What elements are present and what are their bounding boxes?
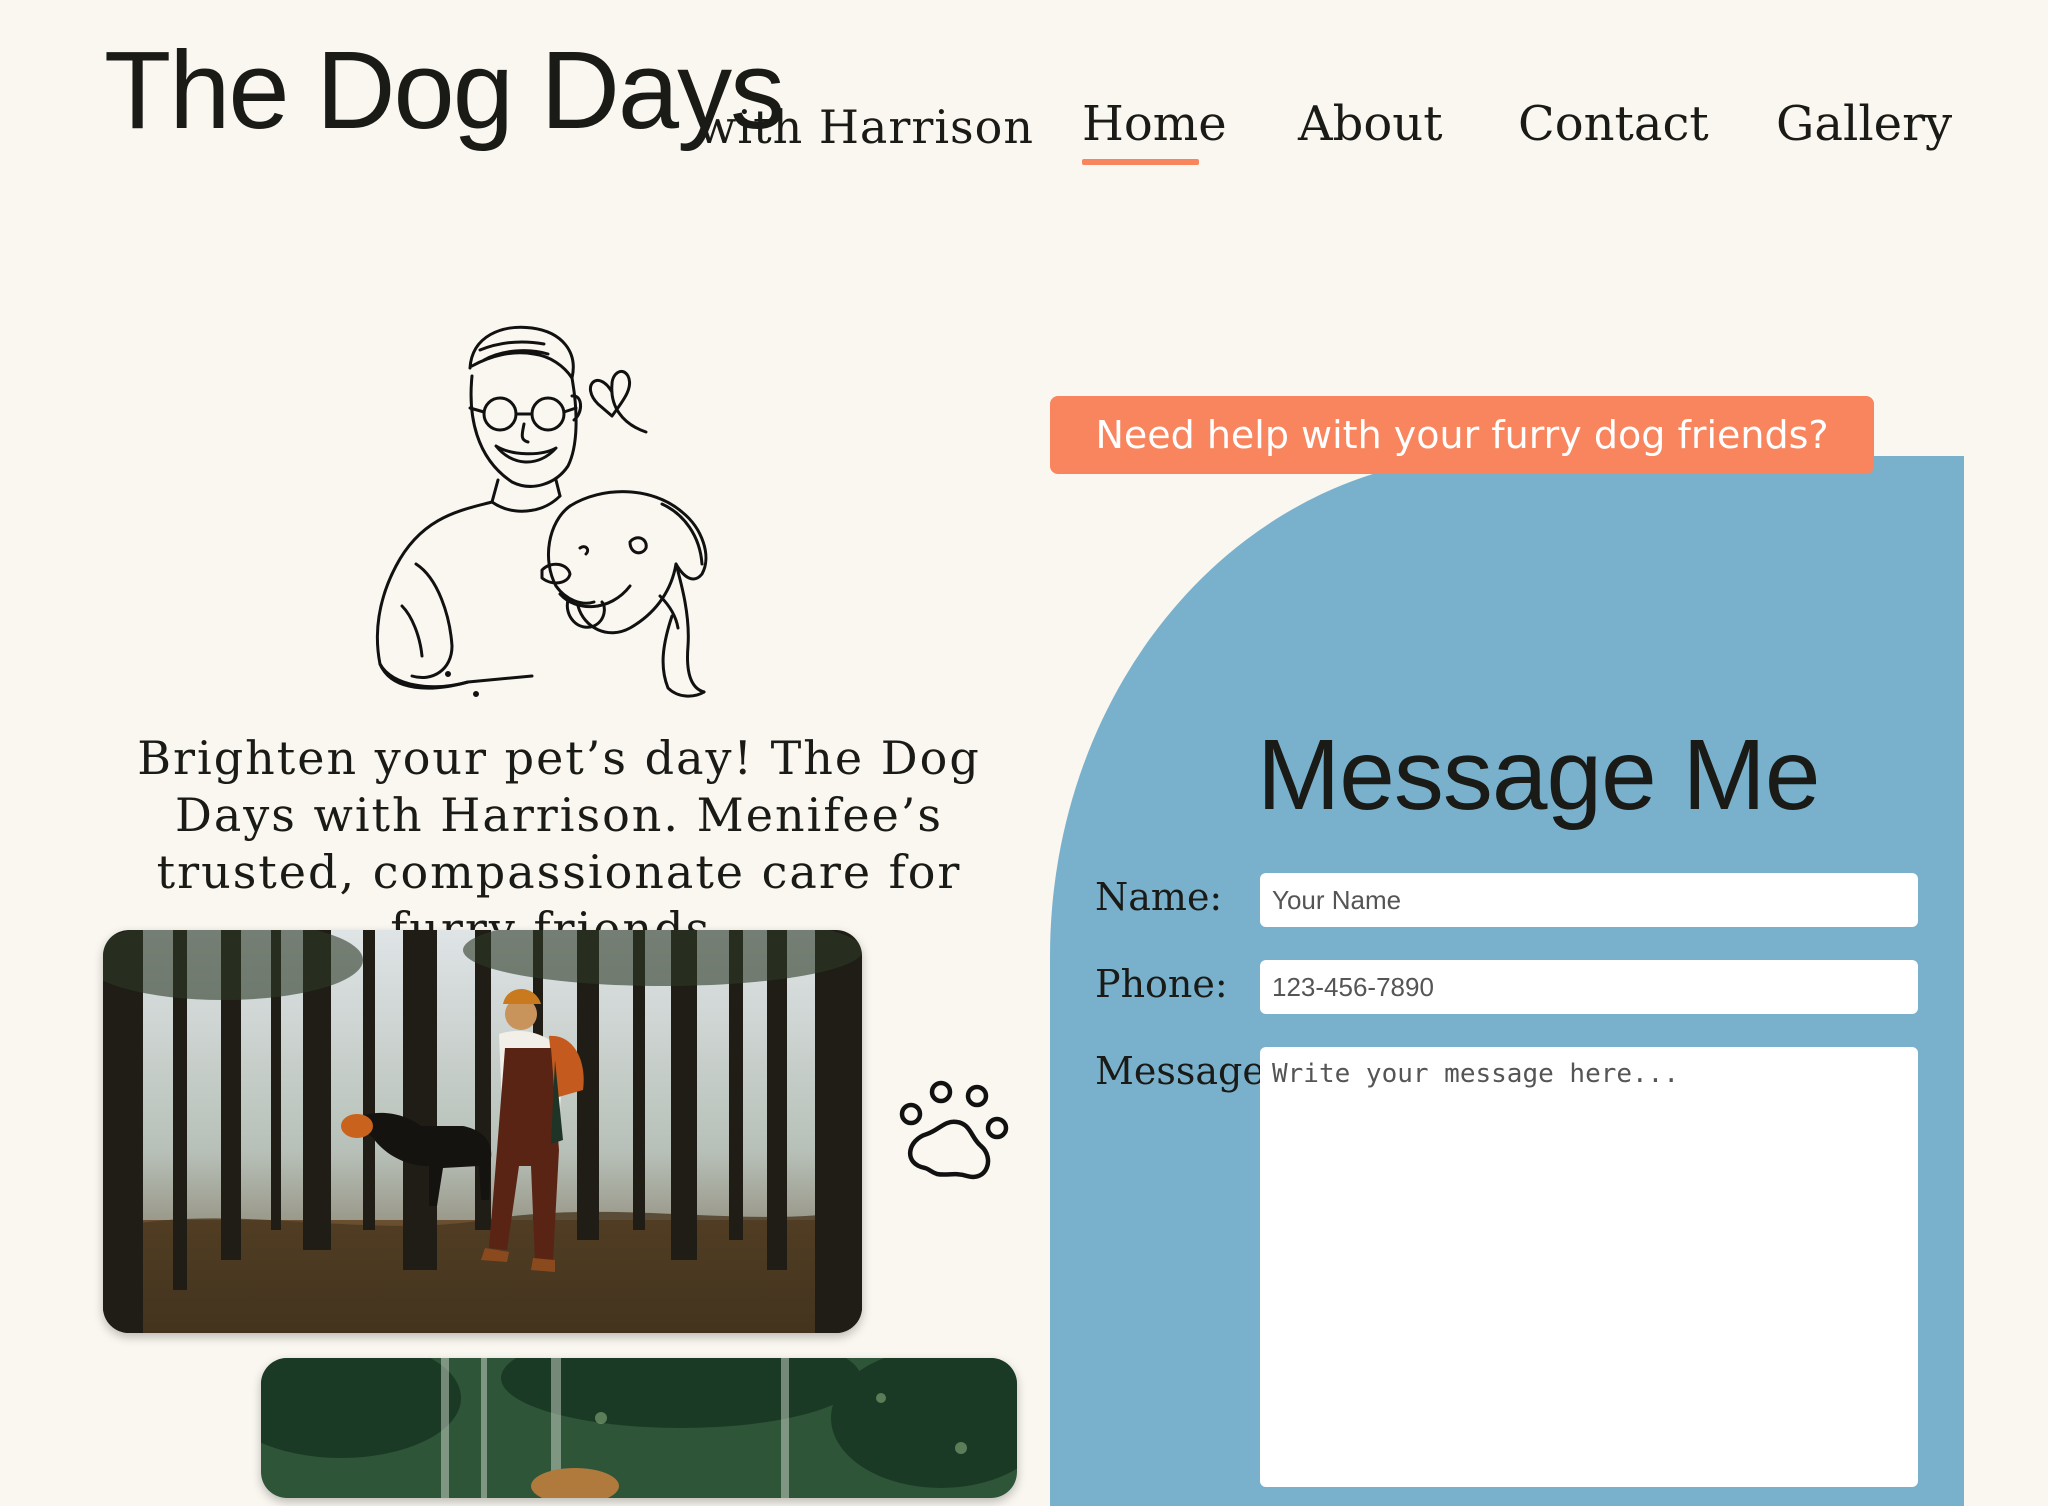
- forest-dog-photo: [261, 1358, 1017, 1498]
- phone-input[interactable]: [1260, 960, 1918, 1014]
- nav-active-underline: [1082, 159, 1199, 165]
- site-subtitle: with Harrison: [697, 100, 1034, 154]
- nav-gallery[interactable]: Gallery: [1776, 100, 1952, 148]
- nav-home[interactable]: Home: [1082, 100, 1227, 148]
- nav-about[interactable]: About: [1298, 100, 1443, 148]
- nav-contact[interactable]: Contact: [1518, 100, 1709, 148]
- contact-form-title: Message Me: [1257, 719, 1820, 831]
- phone-label: Phone:: [1095, 962, 1228, 1006]
- man-with-dog-illustration: [372, 316, 718, 700]
- message-input[interactable]: [1260, 1047, 1918, 1487]
- help-banner: Need help with your furry dog friends?: [1050, 396, 1874, 474]
- name-label: Name:: [1095, 875, 1223, 919]
- name-input[interactable]: [1260, 873, 1918, 927]
- hero-tagline: Brighten your pet’s day! The Dog Days wi…: [137, 731, 981, 956]
- site-title[interactable]: The Dog Days: [104, 36, 785, 146]
- forest-walk-photo: [103, 930, 862, 1333]
- message-label: Message:: [1095, 1049, 1278, 1093]
- paw-icon: [897, 1080, 1011, 1186]
